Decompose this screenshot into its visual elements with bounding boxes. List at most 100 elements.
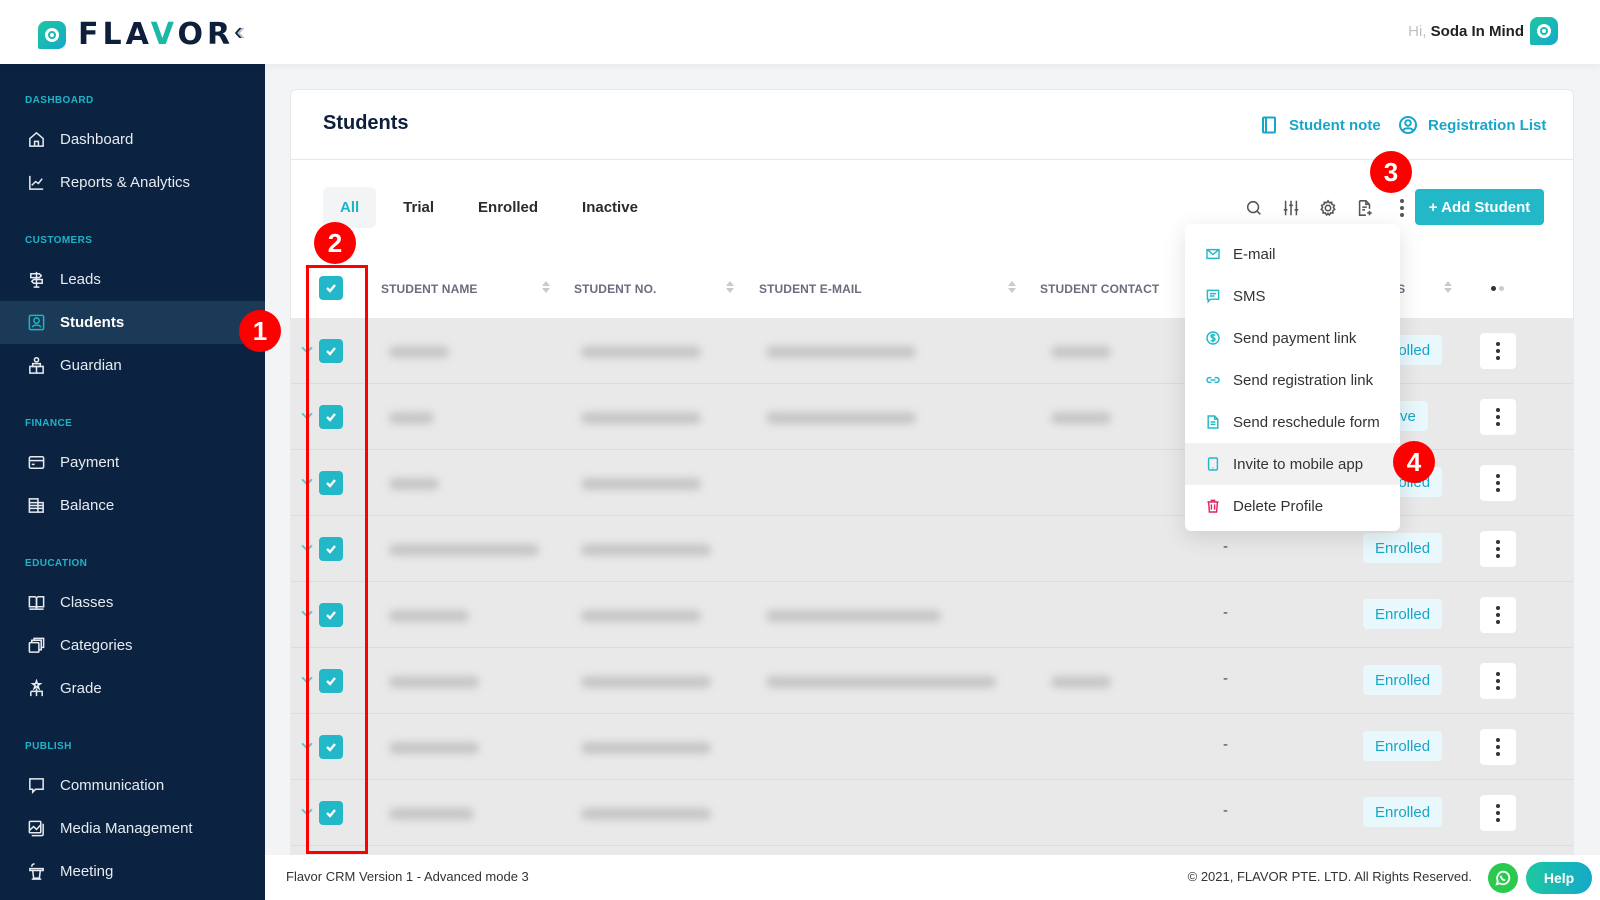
- sidebar-item-meeting[interactable]: Meeting: [0, 850, 265, 893]
- row-checkbox[interactable]: [319, 471, 343, 495]
- sidebar-item-balance[interactable]: Balance: [0, 484, 265, 527]
- student-contact-cell: [1051, 346, 1111, 358]
- tab-inactive[interactable]: Inactive: [565, 187, 655, 228]
- row-checkbox[interactable]: [319, 669, 343, 693]
- menu-item-e-mail[interactable]: E-mail: [1185, 233, 1400, 275]
- expand-row-icon[interactable]: [301, 540, 313, 552]
- guardian-cell: -: [1223, 736, 1228, 753]
- table-row[interactable]: - Enrolled: [291, 714, 1573, 780]
- table-row[interactable]: - Enrolled: [291, 648, 1573, 714]
- menu-item-invite-to-mobile-app[interactable]: Invite to mobile app: [1185, 443, 1400, 485]
- sidebar-item-media-management[interactable]: Media Management: [0, 807, 265, 850]
- column-header-student-no[interactable]: STUDENT NO.: [574, 282, 656, 296]
- guardian-icon: [26, 356, 46, 376]
- student-note-link[interactable]: Student note: [1259, 115, 1381, 135]
- registration-list-link[interactable]: Registration List: [1398, 115, 1546, 135]
- menu-item-delete-profile[interactable]: Delete Profile: [1185, 485, 1400, 527]
- column-header-student-name[interactable]: STUDENT NAME: [381, 282, 478, 296]
- sort-icon[interactable]: [1007, 280, 1017, 294]
- expand-row-icon[interactable]: [301, 804, 313, 816]
- status-tabs: All Trial Enrolled Inactive: [323, 187, 665, 228]
- filter-sliders-icon[interactable]: [1280, 197, 1302, 219]
- avatar[interactable]: [1530, 17, 1558, 45]
- sidebar-item-dashboard[interactable]: Dashboard: [0, 118, 265, 161]
- section-label-customers: CUSTOMERS: [25, 235, 93, 246]
- more-vertical-icon[interactable]: [1391, 197, 1413, 219]
- notebook-icon: [1262, 116, 1276, 134]
- student-email-cell: [766, 676, 996, 688]
- menu-item-send-payment-link[interactable]: Send payment link: [1185, 317, 1400, 359]
- select-all-checkbox[interactable]: [319, 276, 343, 300]
- expand-row-icon[interactable]: [301, 606, 313, 618]
- section-label-dashboard: DASHBOARD: [25, 95, 94, 106]
- expand-row-icon[interactable]: [301, 738, 313, 750]
- menu-item-label: Invite to mobile app: [1233, 455, 1364, 473]
- column-toggle-dots-icon[interactable]: [1491, 286, 1504, 291]
- row-checkbox[interactable]: [319, 801, 343, 825]
- sidebar-item-guardian[interactable]: Guardian: [0, 344, 265, 387]
- sidebar-item-label: Payment: [60, 454, 120, 471]
- row-checkbox[interactable]: [319, 603, 343, 627]
- column-header-student-email[interactable]: STUDENT E-MAIL: [759, 282, 862, 296]
- sort-icon[interactable]: [1443, 280, 1453, 294]
- column-header-student-contact[interactable]: STUDENT CONTACT: [1040, 282, 1159, 296]
- sort-icon[interactable]: [541, 280, 551, 294]
- tab-enrolled[interactable]: Enrolled: [461, 187, 555, 228]
- sidebar-item-label: Reports & Analytics: [60, 174, 191, 191]
- collapse-sidebar-button[interactable]: ‹‹: [234, 18, 245, 44]
- row-checkbox[interactable]: [319, 405, 343, 429]
- row-actions-button[interactable]: [1480, 597, 1516, 633]
- registration-list-label: Registration List: [1428, 116, 1547, 134]
- expand-row-icon[interactable]: [301, 672, 313, 684]
- home-icon: [26, 130, 46, 150]
- sidebar-item-categories[interactable]: Categories: [0, 624, 265, 667]
- table-row[interactable]: - Enrolled: [291, 780, 1573, 846]
- row-checkbox[interactable]: [319, 735, 343, 759]
- row-actions-button[interactable]: [1480, 729, 1516, 765]
- sidebar-item-label: Grade: [60, 680, 102, 697]
- help-button[interactable]: Help: [1526, 862, 1592, 894]
- file-add-icon[interactable]: [1354, 197, 1376, 219]
- more-vertical-icon: [1496, 474, 1500, 492]
- podium-icon: [26, 862, 46, 882]
- sort-icon[interactable]: [725, 280, 735, 294]
- row-actions-button[interactable]: [1480, 795, 1516, 831]
- tab-trial[interactable]: Trial: [386, 187, 451, 228]
- link-icon: [1206, 376, 1220, 384]
- row-actions-button[interactable]: [1480, 465, 1516, 501]
- expand-row-icon[interactable]: [301, 474, 313, 486]
- expand-row-icon[interactable]: [301, 342, 313, 354]
- sidebar-item-grade[interactable]: Grade: [0, 667, 265, 710]
- search-icon[interactable]: [1243, 197, 1265, 219]
- student-note-label: Student note: [1289, 116, 1381, 134]
- expand-row-icon[interactable]: [301, 408, 313, 420]
- more-vertical-icon: [1496, 540, 1500, 558]
- row-actions-button[interactable]: [1480, 531, 1516, 567]
- gear-icon[interactable]: [1317, 197, 1339, 219]
- row-checkbox[interactable]: [319, 339, 343, 363]
- table-row[interactable]: - Enrolled: [291, 582, 1573, 648]
- student-name-cell: [389, 346, 449, 358]
- grade-icon: [26, 679, 46, 699]
- sidebar-item-label: Categories: [60, 637, 133, 654]
- sidebar-item-classes[interactable]: Classes: [0, 581, 265, 624]
- student-name-cell: [389, 544, 539, 556]
- sidebar-item-reports[interactable]: Reports & Analytics: [0, 161, 265, 204]
- menu-item-send-registration-link[interactable]: Send registration link: [1185, 359, 1400, 401]
- menu-item-sms[interactable]: SMS: [1185, 275, 1400, 317]
- row-actions-button[interactable]: [1480, 333, 1516, 369]
- whatsapp-button[interactable]: [1488, 863, 1518, 893]
- add-student-button[interactable]: + Add Student: [1415, 189, 1544, 225]
- sidebar-item-students[interactable]: Students: [0, 301, 265, 344]
- sidebar-item-payment[interactable]: Payment: [0, 441, 265, 484]
- row-actions-button[interactable]: [1480, 663, 1516, 699]
- row-actions-button[interactable]: [1480, 399, 1516, 435]
- student-no-cell: [581, 346, 701, 358]
- more-vertical-icon: [1496, 738, 1500, 756]
- menu-item-send-reschedule-form[interactable]: Send reschedule form: [1185, 401, 1400, 443]
- sidebar-item-communication[interactable]: Communication: [0, 764, 265, 807]
- sidebar-item-label: Students: [60, 314, 125, 331]
- row-checkbox[interactable]: [319, 537, 343, 561]
- brand-logo[interactable]: FLAVOR: [38, 17, 234, 52]
- sidebar-item-leads[interactable]: Leads: [0, 258, 265, 301]
